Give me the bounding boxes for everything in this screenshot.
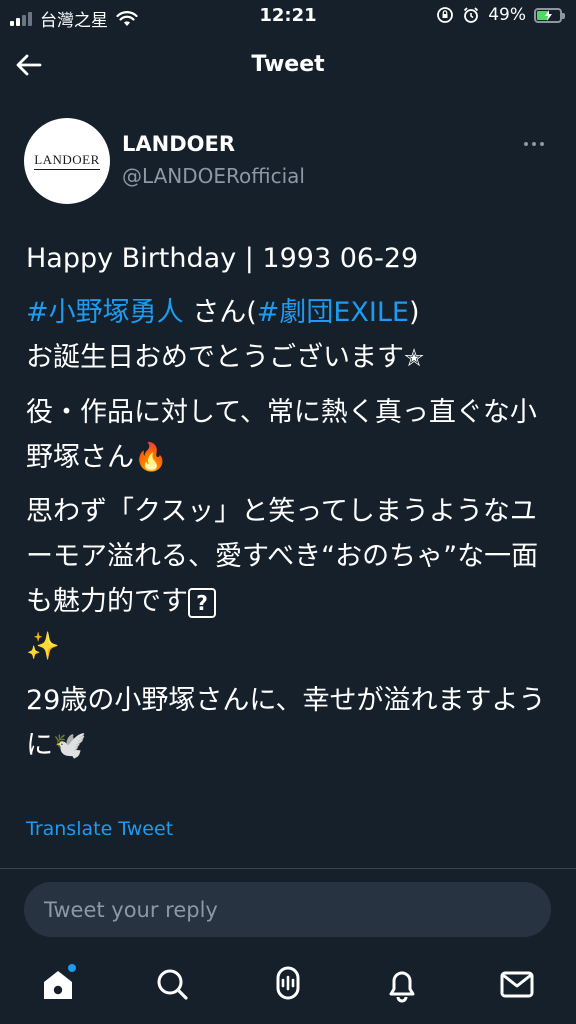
tweet-text-para4: 29歳の小野塚さんに、幸せが溢れますように	[26, 685, 546, 761]
more-options-icon[interactable]	[524, 138, 552, 150]
tweet-text-san: さん(	[183, 297, 257, 328]
battery-percent: 49%	[488, 5, 526, 25]
charging-bolt-icon	[545, 9, 552, 21]
spaces-icon	[276, 966, 300, 1000]
tweet-paragraph-3: 思わず「クスッ」と笑ってしまうようなユーモア溢れる、愛すべき“おのちゃ”な一面も…	[26, 489, 554, 669]
tweet-text-para2: 役・作品に対して、常に熱く真っ直ぐな小野塚さん	[26, 397, 537, 473]
avatar[interactable]: LANDOER	[24, 118, 110, 204]
nav-home[interactable]	[38, 964, 78, 1004]
reply-input[interactable]: Tweet your reply	[24, 882, 551, 937]
tweet-text-greeting: お誕生日おめでとうございます	[26, 342, 404, 373]
nav-notifications[interactable]	[382, 964, 422, 1004]
status-right: 49%	[436, 5, 565, 25]
tweet-paragraph-1: #小野塚勇人 さん(#劇団EXILE) お誕生日おめでとうございます✭	[26, 290, 554, 381]
dove-emoji: 🕊️	[53, 730, 87, 761]
tweet-paragraph-2: 役・作品に対して、常に熱く真っ直ぐな小野塚さん🔥	[26, 390, 554, 480]
divider	[0, 868, 576, 869]
tweet-paragraph-4: 29歳の小野塚さんに、幸せが溢れますように🕊️	[26, 678, 554, 768]
notifications-icon	[389, 971, 415, 1003]
tweet-detail-screen: 台灣之星 12:21 49% Tweet LANDOER LANDOER @LA…	[0, 0, 576, 1024]
orientation-lock-icon	[437, 7, 454, 23]
top-header: Tweet	[0, 40, 576, 92]
avatar-logo: LANDOER	[34, 152, 100, 170]
tweet-text: Happy Birthday | 1993 06-29 #小野塚勇人 さん(#劇…	[26, 236, 554, 777]
tweet-text-close: )	[409, 297, 420, 328]
hashtag-link-gekidan-exile[interactable]: #劇団EXILE	[257, 297, 409, 328]
missing-glyph-icon: ?	[188, 587, 216, 618]
nav-spaces[interactable]	[268, 964, 308, 1004]
author-name[interactable]: LANDOER	[122, 132, 235, 156]
translate-tweet-link[interactable]: Translate Tweet	[26, 818, 173, 840]
alarm-icon	[464, 7, 479, 23]
reply-placeholder: Tweet your reply	[44, 897, 218, 922]
unread-dot	[68, 964, 76, 972]
bottom-nav	[0, 958, 576, 1018]
messages-icon	[500, 971, 534, 998]
star-emoji: ✭	[404, 344, 425, 372]
search-icon	[157, 969, 188, 1000]
status-bar: 台灣之星 12:21 49%	[0, 0, 576, 34]
tweet-line-birthday: Happy Birthday | 1993 06-29	[26, 243, 419, 274]
tweet-text-para3: 思わず「クスッ」と笑ってしまうようなユーモア溢れる、愛すべき“おのちゃ”な一面も…	[26, 496, 539, 617]
battery-icon	[534, 7, 565, 23]
nav-messages[interactable]	[497, 964, 537, 1004]
author-handle: @LANDOERofficial	[122, 164, 305, 188]
tweet-author: LANDOER LANDOER @LANDOERofficial	[24, 118, 552, 208]
sparkles-emoji: ✨	[26, 631, 60, 662]
page-title: Tweet	[251, 52, 325, 77]
hashtag-link-onozuka[interactable]: #小野塚勇人	[26, 297, 184, 328]
fire-emoji: 🔥	[134, 442, 168, 473]
nav-search[interactable]	[152, 964, 192, 1004]
